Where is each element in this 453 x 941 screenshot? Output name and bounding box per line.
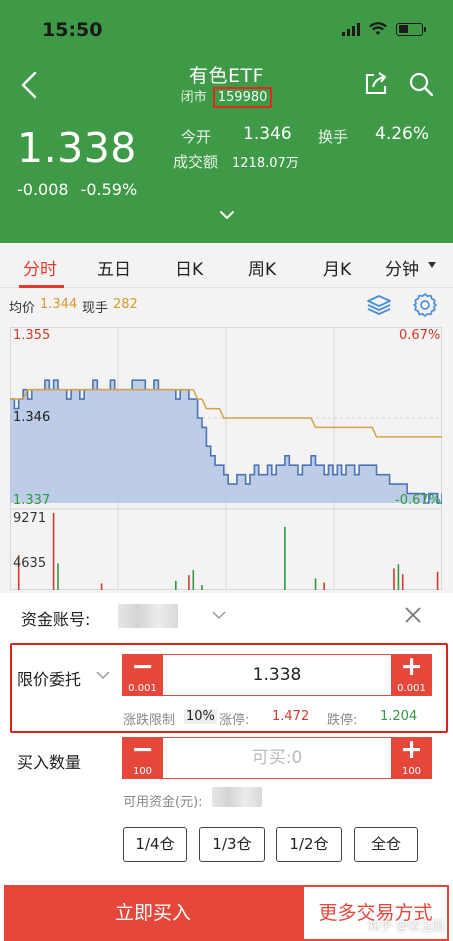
share-icon[interactable] <box>362 70 390 98</box>
price-change: -0.008 -0.59% <box>17 180 137 199</box>
volume-bar <box>188 575 190 590</box>
limit-down-label: 跌停: <box>327 713 358 728</box>
caret-down-icon[interactable] <box>428 262 436 268</box>
axis-price-min: 1.337 <box>13 493 51 508</box>
limit-label: 涨跌限制 <box>123 713 176 728</box>
cellular-signal-icon <box>342 22 360 36</box>
quantity-input[interactable]: 可买:0 <box>164 738 390 778</box>
price-step-label: 0.001 <box>128 683 157 694</box>
volume-bar <box>401 574 404 590</box>
search-icon[interactable] <box>407 70 435 98</box>
volume-bar <box>201 585 203 590</box>
volume-bar <box>57 563 59 590</box>
tab-weekly-k[interactable]: 周K <box>248 255 276 280</box>
volume-bar <box>323 582 325 590</box>
last-price: 1.338 <box>17 124 137 172</box>
open-label: 今开 <box>181 128 212 146</box>
quantity-stepper: −100 可买:0 +100 <box>122 735 432 779</box>
close-icon[interactable] <box>404 606 422 624</box>
quantity-step-label: 100 <box>401 766 422 777</box>
tab-intraday[interactable]: 分时 <box>23 255 57 280</box>
axis-price-mid: 1.346 <box>13 410 51 425</box>
axis-price-max: 1.355 <box>13 328 51 343</box>
avg-price-value: 1.344 <box>40 297 78 312</box>
intraday-chart[interactable] <box>10 327 442 590</box>
axis-pct-max: 0.67% <box>399 328 441 343</box>
wifi-icon <box>369 22 387 35</box>
turnover-value: 4.26% <box>375 124 430 144</box>
open-value: 1.346 <box>243 124 292 144</box>
limit-down-value: 1.204 <box>380 709 418 724</box>
quantity-decrease-button[interactable]: −100 <box>122 735 163 779</box>
quantity-increase-button[interactable]: +100 <box>391 735 432 779</box>
volume-bar <box>397 564 400 590</box>
last-volume-label: 现手 <box>82 301 109 316</box>
quantity-label: 买入数量 <box>17 753 82 772</box>
volume-bar <box>192 570 195 590</box>
volume-value: 1218.07万 <box>232 156 299 171</box>
buy-now-button[interactable]: 立即买入 <box>4 885 302 941</box>
battery-icon <box>396 22 426 36</box>
available-funds-label: 可用资金(元): <box>123 795 203 810</box>
watermark: 知乎 @紫玉园 <box>368 919 444 933</box>
status-icons <box>342 22 426 36</box>
volume-label: 成交额 <box>173 153 219 171</box>
chevron-down-icon[interactable] <box>96 671 110 680</box>
volume-bar <box>175 580 177 590</box>
last-volume-value: 282 <box>113 297 138 312</box>
volume-bar <box>393 568 395 590</box>
chevron-down-icon[interactable] <box>212 611 226 620</box>
account-number-masked <box>118 604 178 628</box>
volume-bar <box>284 526 286 590</box>
price-decrease-button[interactable]: −0.001 <box>122 652 163 696</box>
change-amount: -0.008 <box>17 180 69 199</box>
quote-header: 15:50 有色ETF 闭市 159980 1.338 -0.008 -0.59… <box>0 0 453 243</box>
turnover-label: 换手 <box>318 128 349 146</box>
volume-bar <box>314 578 317 590</box>
position-full-button[interactable]: 全仓 <box>354 827 418 862</box>
limit-up-value: 1.472 <box>272 709 310 724</box>
available-funds-masked <box>212 787 262 807</box>
position-quarter-button[interactable]: 1/4仓 <box>123 827 187 862</box>
status-time: 15:50 <box>42 19 103 41</box>
order-type-select[interactable]: 限价委托 <box>17 666 81 690</box>
price-increase-button[interactable]: +0.001 <box>391 652 432 696</box>
axis-volume-mid: 4635 <box>13 556 47 571</box>
position-third-button[interactable]: 1/3仓 <box>199 827 265 862</box>
axis-pct-min: -0.67% <box>395 493 441 508</box>
avg-price-label: 均价 <box>9 301 36 316</box>
volume-bar <box>52 513 55 590</box>
chart-tabs: 分时 五日 日K 周K 月K 分钟 <box>0 243 453 288</box>
limit-up-label: 涨停: <box>219 713 250 728</box>
layers-icon[interactable] <box>366 294 392 316</box>
change-percent: -0.59% <box>80 180 138 199</box>
axis-volume-max: 9271 <box>13 511 47 526</box>
market-state: 闭市 <box>180 90 207 105</box>
quantity-step-label: 100 <box>132 766 153 777</box>
tab-five-day[interactable]: 五日 <box>97 255 131 280</box>
volume-bar <box>100 583 103 590</box>
tab-monthly-k[interactable]: 月K <box>323 255 351 280</box>
account-label: 资金账号: <box>21 610 91 629</box>
tab-daily-k[interactable]: 日K <box>175 255 203 280</box>
chevron-down-icon[interactable] <box>219 209 235 221</box>
position-half-button[interactable]: 1/2仓 <box>276 827 342 862</box>
volume-bar <box>436 571 439 590</box>
price-step-label: 0.001 <box>397 683 426 694</box>
screen: 15:50 有色ETF 闭市 159980 1.338 -0.008 -0.59… <box>0 0 453 941</box>
price-input[interactable]: 1.338 <box>164 655 390 695</box>
tab-minute[interactable]: 分钟 <box>385 255 419 280</box>
price-stepper: −0.001 1.338 +0.001 <box>122 652 432 696</box>
limit-value: 10% <box>184 709 217 724</box>
security-code: 159980 <box>212 87 273 108</box>
gear-icon[interactable] <box>412 292 438 318</box>
